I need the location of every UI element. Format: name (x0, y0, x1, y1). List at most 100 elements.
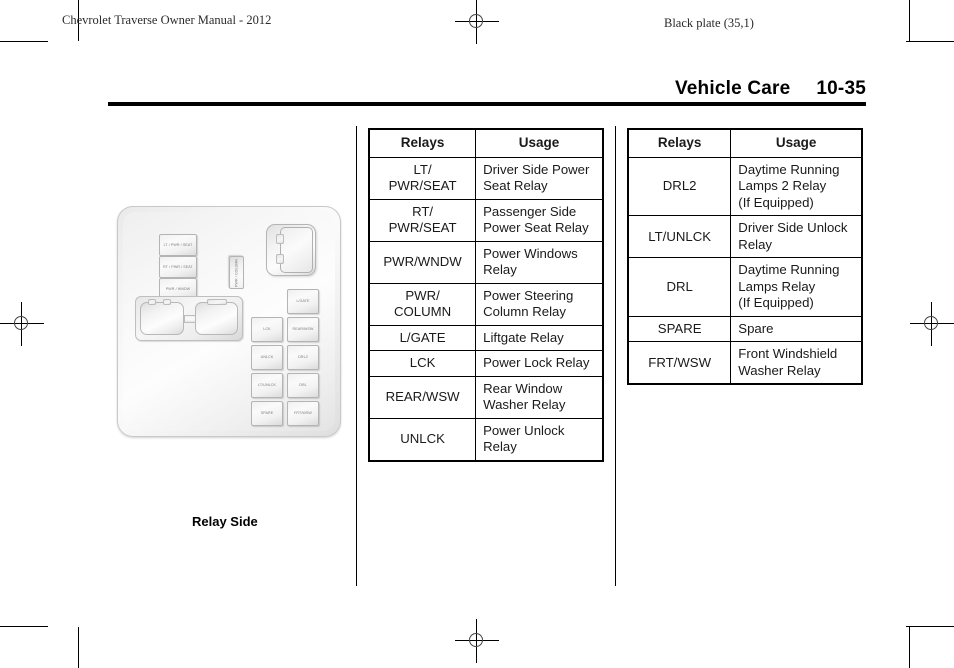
crop-mark-top-right-vertical (909, 0, 910, 41)
main-connector-top-right (266, 224, 316, 276)
relay-name-cell: LT/UNLCK (627, 215, 732, 259)
relay-block-drl2: DRL2 (287, 345, 319, 370)
chapter-title: Vehicle Care (674, 78, 791, 99)
crop-mark-bottom-right-vertical (909, 627, 910, 668)
registration-mark-bottom (455, 619, 499, 663)
relay-name-cell: L/GATE (368, 324, 477, 352)
table-row: DRL Daytime Running Lamps Relay (If Equi… (627, 257, 863, 317)
relay-table-left-body: LT/ PWR/SEAT Driver Side Power Seat Rela… (368, 156, 604, 462)
table-row: PWR/WNDW Power Windows Relay (368, 240, 604, 284)
relay-name-cell: PWR/ COLUMN (368, 282, 477, 326)
registration-mark-circle (469, 633, 483, 647)
manual-title: Chevrolet Traverse Owner Manual - 2012 (62, 13, 272, 27)
relay-usage-cell: Driver Side Unlock Relay (730, 215, 863, 259)
relay-block-rt-pwr-seat: RT / PWR / SEAT (159, 256, 197, 278)
main-connector-tab-lower (276, 254, 284, 264)
crop-mark-bottom-left-vertical (78, 627, 79, 668)
relay-name-cell: DRL (627, 257, 732, 317)
relay-block-frt-wsw: FRT/WSW (287, 401, 319, 426)
relay-name-cell: PWR/WNDW (368, 240, 477, 284)
column-divider-left (356, 126, 357, 586)
twin-connector-left-key-a (148, 299, 156, 305)
relay-block-l-gate: L/GATE (287, 289, 319, 314)
relay-name-cell: REAR/WSW (368, 375, 477, 419)
relay-name-cell: SPARE (627, 315, 732, 343)
relay-usage-cell: Spare (730, 315, 863, 343)
relay-block-drl: DRL (287, 373, 319, 398)
fuse-box-inner-panel: LT / PWR / SEAT RT / PWR / SEAT PWR / WN… (123, 212, 335, 431)
relay-name-cell: LT/ PWR/SEAT (368, 156, 477, 200)
relay-usage-cell: Power Unlock Relay (475, 417, 604, 462)
relay-name-cell: DRL2 (627, 156, 732, 217)
relay-name-cell: FRT/WSW (627, 341, 732, 385)
twin-connector-frame (135, 296, 243, 341)
page-number: 10-35 (816, 78, 866, 99)
relay-table-right: Relays Usage DRL2 Daytime Running Lamps … (627, 128, 863, 386)
relay-name-cell: LCK (368, 350, 477, 377)
twin-connector-left-key-b (163, 299, 171, 305)
table-row: UNLCK Power Unlock Relay (368, 417, 604, 462)
registration-mark-circle (924, 316, 938, 330)
relay-name-cell: RT/ PWR/SEAT (368, 198, 477, 242)
relay-usage-cell: Driver Side Power Seat Relay (475, 156, 604, 200)
relay-table-right-head: Relays Usage (627, 128, 863, 158)
relay-usage-cell: Daytime Running Lamps 2 Relay (If Equipp… (730, 156, 863, 217)
relay-table-right-body: DRL2 Daytime Running Lamps 2 Relay (If E… (627, 156, 863, 385)
main-connector-tab-upper (276, 234, 284, 244)
table-row: LT/ PWR/SEAT Driver Side Power Seat Rela… (368, 156, 604, 200)
relay-block-lck: LCK (251, 317, 283, 342)
table-header-row: Relays Usage (368, 128, 604, 158)
relay-block-pwr-column: PWR / COLUMN (229, 256, 244, 289)
page-header: Vehicle Care 10-35 (108, 78, 866, 106)
twin-connector-right-key (207, 299, 227, 305)
crop-mark-bottom-right-horizontal (906, 626, 954, 627)
table-row: REAR/WSW Rear Window Washer Relay (368, 375, 604, 419)
table-row: FRT/WSW Front Windshield Washer Relay (627, 341, 863, 385)
column-header-relays: Relays (627, 128, 732, 158)
table-row: LT/UNLCK Driver Side Unlock Relay (627, 215, 863, 259)
table-row: LCK Power Lock Relay (368, 350, 604, 377)
table-row: PWR/ COLUMN Power Steering Column Relay (368, 282, 604, 326)
relay-usage-cell: Passenger Side Power Seat Relay (475, 198, 604, 242)
table-row: SPARE Spare (627, 315, 863, 343)
column-header-usage: Usage (730, 128, 863, 158)
column-header-relays: Relays (368, 128, 477, 158)
relay-side-fuse-box-figure: LT / PWR / SEAT RT / PWR / SEAT PWR / WN… (110, 200, 350, 550)
relay-usage-cell: Power Lock Relay (475, 350, 604, 377)
twin-connector-left-pad (140, 302, 184, 335)
crop-mark-top-right-horizontal (906, 41, 954, 42)
page-header-rule (108, 102, 866, 106)
relay-usage-cell: Power Steering Column Relay (475, 282, 604, 326)
registration-mark-left (0, 302, 44, 346)
relay-usage-cell: Daytime Running Lamps Relay (If Equipped… (730, 257, 863, 317)
figure-caption: Relay Side (192, 514, 258, 529)
relay-table-left: Relays Usage LT/ PWR/SEAT Driver Side Po… (368, 128, 604, 462)
page-header-text: Vehicle Care 10-35 (675, 78, 866, 100)
twin-connector-right-pad (195, 302, 238, 335)
registration-mark-right (910, 302, 954, 346)
table-row: L/GATE Liftgate Relay (368, 324, 604, 352)
relay-usage-cell: Rear Window Washer Relay (475, 375, 604, 419)
relay-block-spare: SPARE (251, 401, 283, 426)
table-row: DRL2 Daytime Running Lamps 2 Relay (If E… (627, 156, 863, 217)
main-connector-notch (280, 227, 313, 273)
crop-mark-top-left-horizontal (0, 41, 48, 42)
table-header-row: Relays Usage (627, 128, 863, 158)
registration-mark-circle (469, 14, 483, 28)
relay-block-lt-unlck: LT/UNLCK (251, 373, 283, 398)
table-row: RT/ PWR/SEAT Passenger Side Power Seat R… (368, 198, 604, 242)
relay-block-unlck: UNLCK (251, 345, 283, 370)
relay-block-rear-wsw: REAR/WSW (287, 317, 319, 342)
relay-usage-cell: Front Windshield Washer Relay (730, 341, 863, 385)
black-plate-label: Black plate (35,1) (664, 16, 754, 30)
column-divider-right (615, 126, 616, 586)
relay-block-lt-pwr-seat: LT / PWR / SEAT (159, 234, 197, 256)
relay-name-cell: UNLCK (368, 417, 477, 462)
fuse-box-shell: LT / PWR / SEAT RT / PWR / SEAT PWR / WN… (117, 206, 341, 437)
relay-usage-cell: Liftgate Relay (475, 324, 604, 352)
column-header-usage: Usage (475, 128, 604, 158)
relay-table-left-head: Relays Usage (368, 128, 604, 158)
registration-mark-circle (14, 316, 28, 330)
crop-mark-bottom-left-horizontal (0, 626, 48, 627)
relay-usage-cell: Power Windows Relay (475, 240, 604, 284)
